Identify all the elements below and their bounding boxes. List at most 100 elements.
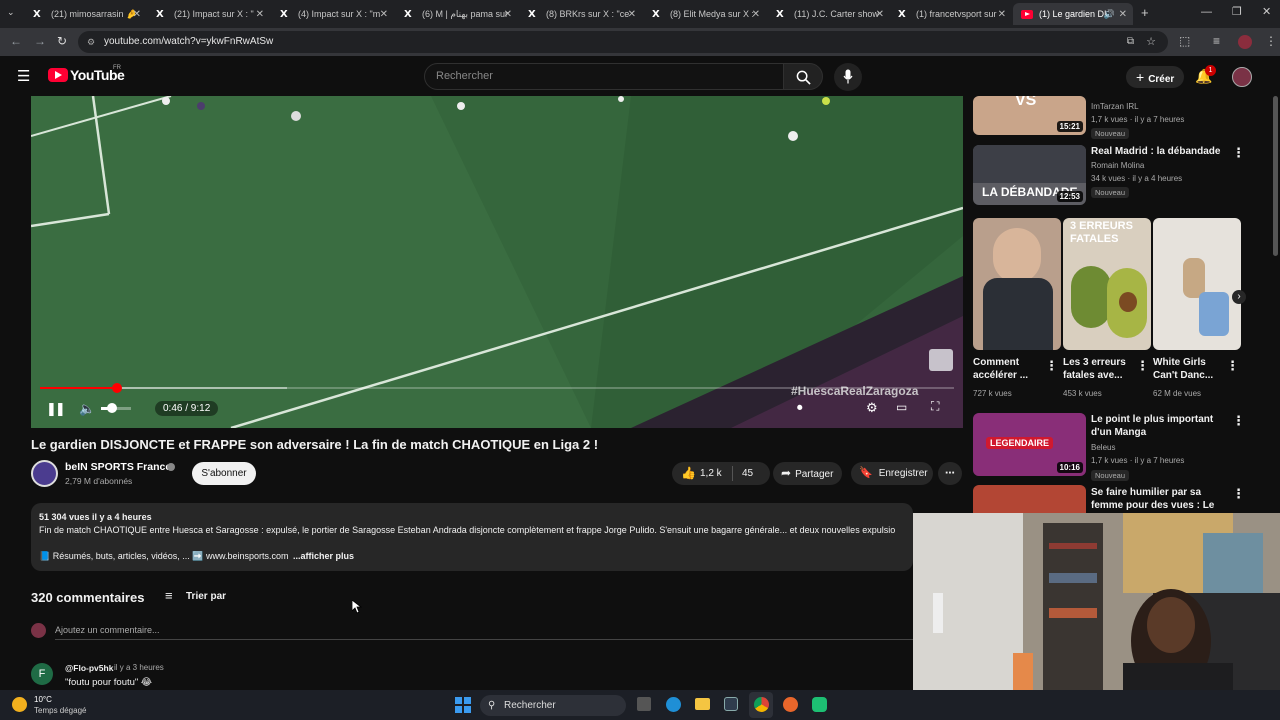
more-actions-icon[interactable]: ⋯ bbox=[938, 462, 962, 485]
sidebar-channel-1[interactable]: Romain Molina bbox=[1091, 160, 1144, 172]
app-icon[interactable] bbox=[812, 697, 827, 712]
hamburger-menu-icon[interactable]: ☰ bbox=[17, 67, 30, 85]
profile-avatar[interactable] bbox=[1238, 35, 1252, 49]
page-scrollbar[interactable] bbox=[1273, 96, 1278, 256]
short-title-2[interactable]: White Girls Can't Danc... bbox=[1153, 356, 1223, 382]
more-options-icon[interactable]: ⋮ bbox=[1232, 145, 1245, 161]
comment-author[interactable]: @Flo-pv5hk bbox=[65, 663, 113, 673]
back-arrow-icon[interactable]: ← bbox=[10, 34, 22, 48]
create-button[interactable]: + Créer bbox=[1126, 66, 1184, 88]
sidebar-channel-0[interactable]: ImTarzan IRL bbox=[1091, 101, 1139, 113]
short-thumbnail-2[interactable] bbox=[1153, 218, 1241, 350]
theater-mode-icon[interactable]: ▭ bbox=[896, 400, 907, 414]
channel-name[interactable]: beIN SPORTS France bbox=[65, 461, 171, 473]
sidebar-channel-2[interactable]: Beleus bbox=[1091, 442, 1115, 454]
search-input[interactable]: Rechercher bbox=[424, 63, 784, 90]
media-control-icon[interactable]: ≡ bbox=[1213, 34, 1220, 48]
speaker-icon[interactable]: 🔊 bbox=[1104, 9, 1115, 20]
sidebar-thumbnail-3[interactable] bbox=[973, 485, 1086, 513]
weather-desc[interactable]: Temps dégagé bbox=[34, 706, 86, 715]
more-options-icon[interactable]: ⋮ bbox=[1232, 486, 1245, 502]
progress-bar[interactable] bbox=[40, 383, 954, 393]
search-button[interactable] bbox=[783, 63, 823, 90]
firefox-icon[interactable] bbox=[783, 697, 798, 712]
chrome-icon[interactable] bbox=[754, 697, 769, 712]
sidebar-title-2[interactable]: Le point le plus important d'un Manga bbox=[1091, 413, 1226, 439]
window-close-icon[interactable]: ✕ bbox=[1262, 5, 1271, 18]
subtitles-icon[interactable]: ⏺ bbox=[797, 402, 803, 415]
volume-icon[interactable]: 🔈 bbox=[79, 401, 95, 417]
settings-gear-icon[interactable]: ⚙ bbox=[866, 400, 878, 416]
add-comment-input[interactable]: Ajoutez un commentaire... bbox=[55, 625, 160, 635]
sidebar-thumbnail-2[interactable]: LEGENDAIRE 10:16 bbox=[973, 413, 1086, 476]
sort-icon[interactable]: ≡ bbox=[165, 588, 173, 603]
sidebar-thumbnail-0[interactable]: VS 15:21 bbox=[973, 96, 1086, 135]
task-view-icon[interactable] bbox=[637, 697, 651, 711]
tab-list-chevron-icon[interactable]: ⌄ bbox=[7, 7, 15, 18]
windows-start-icon[interactable] bbox=[455, 697, 471, 713]
browser-tab-3[interactable]: X (4) Impact sur X : "m ✕ bbox=[272, 3, 394, 25]
commenter-avatar[interactable]: F bbox=[31, 663, 53, 685]
close-icon[interactable]: ✕ bbox=[133, 9, 141, 20]
fullscreen-icon[interactable]: ⛶ bbox=[931, 399, 939, 414]
bookmark-star-icon[interactable]: ☆ bbox=[1146, 31, 1156, 53]
short-title-0[interactable]: Comment accélérer ... bbox=[973, 356, 1043, 382]
minimize-icon[interactable]: — bbox=[1201, 6, 1212, 18]
install-icon[interactable]: ⧉ bbox=[1127, 31, 1134, 53]
maximize-icon[interactable]: ❐ bbox=[1232, 5, 1242, 18]
volume-handle[interactable] bbox=[106, 403, 117, 413]
store-icon[interactable] bbox=[724, 697, 738, 711]
more-options-icon[interactable]: ⋮ bbox=[1045, 358, 1058, 374]
share-button[interactable]: ➦ Partager bbox=[773, 462, 842, 485]
scrubber-handle[interactable] bbox=[111, 383, 122, 393]
browser-tab-6[interactable]: X (8) Elit Medya sur X : ✕ bbox=[644, 3, 766, 25]
browser-tab-1[interactable]: X (21) mimosarrasin 🤌 ✕ bbox=[25, 3, 147, 25]
browser-menu-icon[interactable]: ⋮ bbox=[1265, 34, 1277, 48]
close-icon[interactable]: ✕ bbox=[998, 9, 1006, 20]
reload-icon[interactable]: ↻ bbox=[57, 34, 67, 48]
edge-browser-icon[interactable] bbox=[666, 697, 681, 712]
close-icon[interactable]: ✕ bbox=[1119, 9, 1127, 20]
file-explorer-icon[interactable] bbox=[695, 698, 710, 710]
browser-tab-8[interactable]: X (1) francetvsport sur ✕ bbox=[890, 3, 1012, 25]
short-thumbnail-0[interactable] bbox=[973, 218, 1061, 350]
shorts-next-chevron-icon[interactable]: › bbox=[1232, 290, 1246, 304]
sidebar-title-1[interactable]: Real Madrid : la débandade bbox=[1091, 145, 1220, 158]
more-options-icon[interactable]: ⋮ bbox=[1232, 413, 1245, 429]
subscribe-button[interactable]: S'abonner bbox=[192, 462, 256, 485]
close-icon[interactable]: ✕ bbox=[752, 9, 760, 20]
short-title-1[interactable]: Les 3 erreurs fatales ave... bbox=[1063, 356, 1135, 382]
voice-search-button[interactable] bbox=[834, 63, 862, 91]
weather-sun-icon[interactable] bbox=[12, 697, 27, 712]
channel-avatar[interactable] bbox=[31, 460, 58, 487]
show-more-link[interactable]: ...afficher plus bbox=[293, 551, 354, 561]
site-info-icon[interactable]: ⚙ bbox=[87, 31, 95, 53]
close-icon[interactable]: ✕ bbox=[380, 9, 388, 20]
more-options-icon[interactable]: ⋮ bbox=[1226, 358, 1239, 374]
close-icon[interactable]: ✕ bbox=[876, 9, 884, 20]
address-bar[interactable]: ⚙ youtube.com/watch?v=ykwFnRwAtSw ⧉ ☆ bbox=[78, 31, 1168, 53]
dislike-count[interactable]: 45 bbox=[742, 462, 753, 485]
browser-tab-youtube-active[interactable]: (1) Le gardien DIS 🔊 ✕ bbox=[1013, 3, 1133, 25]
description-box[interactable]: 51 304 vues il y a 4 heures Fin de match… bbox=[31, 503, 913, 571]
pause-icon[interactable]: ❚❚ bbox=[46, 401, 66, 417]
more-options-icon[interactable]: ⋮ bbox=[1136, 358, 1149, 374]
account-avatar[interactable] bbox=[1232, 67, 1252, 87]
browser-tab-7[interactable]: X (11) J.C. Carter show ✕ bbox=[768, 3, 890, 25]
close-icon[interactable]: ✕ bbox=[628, 9, 636, 20]
forward-arrow-icon[interactable]: → bbox=[34, 34, 46, 48]
sidebar-thumbnail-1[interactable]: LA DÉBANDADE 12:53 bbox=[973, 145, 1086, 205]
youtube-logo-icon[interactable] bbox=[48, 68, 68, 82]
extensions-icon[interactable]: ⬚ bbox=[1179, 34, 1190, 48]
browser-tab-4[interactable]: X (6) M | بهنام pama sur ✕ bbox=[396, 3, 518, 25]
volume-slider[interactable] bbox=[101, 403, 131, 413]
like-count[interactable]: 1,2 k bbox=[700, 462, 722, 485]
close-icon[interactable]: ✕ bbox=[256, 9, 264, 20]
browser-tab-5[interactable]: X (8) BRKrs sur X : "ce ✕ bbox=[520, 3, 642, 25]
browser-tab-2[interactable]: X (21) Impact sur X : " ✕ bbox=[148, 3, 270, 25]
weather-temp[interactable]: 10°C bbox=[34, 695, 52, 704]
video-player[interactable]: #HuescaRealZaragoza ❚❚ 🔈 0:46 / 9:12 ⏺ ⚙… bbox=[31, 96, 963, 428]
new-tab-plus-icon[interactable]: + bbox=[1141, 5, 1149, 20]
short-thumbnail-1[interactable]: 3 ERREURS FATALES bbox=[1063, 218, 1151, 350]
sort-button[interactable]: Trier par bbox=[186, 591, 226, 602]
